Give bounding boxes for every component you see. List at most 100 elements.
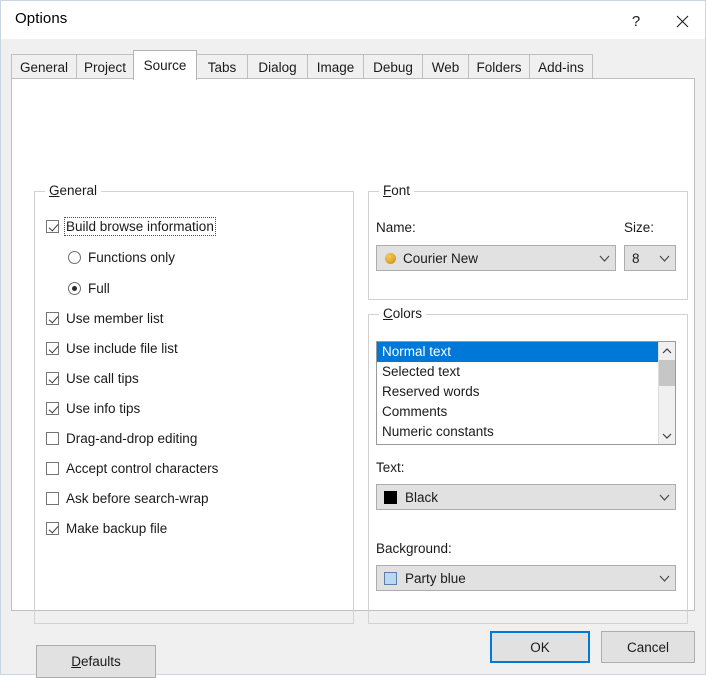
chevron-down-icon [593, 255, 615, 262]
colors-list-item[interactable]: Reserved words [377, 382, 658, 402]
checkbox-icon[interactable] [46, 402, 59, 415]
tab-folders[interactable]: Folders [468, 54, 530, 79]
font-group-label: Font [379, 183, 415, 198]
tab-label: General [19, 59, 69, 75]
option-ask-before-search-wrap[interactable]: Ask before search-wrap [46, 491, 209, 506]
tab-label: Dialog [258, 59, 297, 75]
chevron-down-icon [653, 494, 675, 501]
radio-button-icon[interactable] [68, 251, 81, 264]
option-label: Ask before search-wrap [66, 491, 209, 506]
tab-image[interactable]: Image [307, 54, 364, 79]
window-title: Options [15, 10, 68, 27]
option-label: Build browse information [64, 217, 216, 236]
colors-list-item[interactable]: Normal text [377, 342, 658, 362]
tab-label: Web [431, 59, 460, 75]
tab-label: Source [143, 58, 187, 73]
colors-listbox[interactable]: Normal text Selected text Reserved words Co… [376, 341, 676, 445]
colors-listbox-scrollbar[interactable] [658, 342, 675, 444]
option-label: Use call tips [66, 371, 139, 386]
font-size-label: Size: [624, 220, 655, 235]
checkbox-icon[interactable] [46, 432, 59, 445]
background-color-label: Background: [376, 541, 452, 556]
font-size-value: 8 [632, 250, 640, 266]
colors-list-item[interactable]: Selected text [377, 362, 658, 382]
defaults-button[interactable]: Defaults [36, 645, 156, 678]
tab-tabs[interactable]: Tabs [196, 54, 248, 79]
checkbox-icon[interactable] [46, 220, 59, 233]
option-use-member-list[interactable]: Use member list [46, 311, 164, 326]
tab-label: Image [316, 59, 355, 75]
chevron-down-icon [662, 433, 672, 439]
scrollbar-thumb[interactable] [659, 360, 675, 386]
close-button[interactable] [659, 5, 705, 37]
tab-add-ins[interactable]: Add-ins [529, 54, 593, 79]
checkbox-icon[interactable] [46, 312, 59, 325]
tab-source[interactable]: Source [133, 50, 197, 80]
tab-label: Tabs [207, 59, 237, 75]
title-bar: Options ? [1, 1, 705, 39]
option-label: Use info tips [66, 401, 141, 416]
ok-button-label: OK [530, 639, 550, 655]
scrollbar-down-button[interactable] [659, 427, 675, 444]
chevron-down-icon [653, 255, 675, 262]
cancel-button[interactable]: Cancel [601, 631, 695, 663]
tab-label: Add-ins [538, 59, 584, 75]
tab-dialog[interactable]: Dialog [247, 54, 308, 79]
radio-button-icon[interactable] [68, 282, 81, 295]
scrollbar-up-button[interactable] [659, 342, 675, 359]
option-drag-and-drop-editing[interactable]: Drag-and-drop editing [46, 431, 197, 446]
help-button[interactable]: ? [613, 5, 659, 37]
checkbox-icon[interactable] [46, 492, 59, 505]
checkbox-icon[interactable] [46, 462, 59, 475]
general-group-label: General [45, 183, 102, 198]
font-name-label: Name: [376, 220, 416, 235]
source-tab-page: General Font Colors Build browse informa… [11, 78, 695, 678]
checkbox-icon[interactable] [46, 342, 59, 355]
option-make-backup-file[interactable]: Make backup file [46, 521, 167, 536]
option-accept-control-characters[interactable]: Accept control characters [46, 461, 218, 476]
option-label: Drag-and-drop editing [66, 431, 198, 446]
tab-label: Debug [373, 59, 413, 75]
option-label: Make backup file [66, 521, 168, 536]
colors-group-label: Colors [379, 306, 427, 321]
truetype-font-dot-icon [385, 252, 396, 264]
colors-list-item[interactable]: Numeric constants [377, 422, 658, 442]
option-label: Use include file list [66, 341, 178, 356]
option-use-include-file-list[interactable]: Use include file list [46, 341, 178, 356]
tab-label: Folders [476, 59, 522, 75]
font-name-value: Courier New [403, 250, 479, 266]
tab-general[interactable]: General [11, 54, 77, 79]
question-mark-icon: ? [631, 12, 641, 30]
option-label: Accept control characters [66, 461, 219, 476]
checkbox-icon[interactable] [46, 372, 59, 385]
option-build-browse-information[interactable]: Build browse information [46, 217, 216, 236]
option-label: Full [88, 281, 110, 296]
colors-listbox-items: Normal text Selected text Reserved words Co… [377, 342, 658, 442]
close-icon [676, 15, 688, 27]
option-label: Use member list [66, 311, 164, 326]
option-full[interactable]: Full [68, 281, 110, 296]
tab-project[interactable]: Project [76, 54, 134, 79]
tab-web[interactable]: Web [422, 54, 469, 79]
text-color-label: Text: [376, 460, 405, 475]
text-color-value: Black [405, 489, 439, 505]
option-label: Functions only [88, 250, 176, 265]
option-use-info-tips[interactable]: Use info tips [46, 401, 140, 416]
font-size-combobox[interactable]: 8 [624, 245, 676, 271]
cancel-button-label: Cancel [626, 639, 670, 655]
tab-strip: General Project Source Tabs Dialog Image Debug… [11, 50, 695, 80]
color-swatch-icon [384, 571, 397, 585]
background-color-combobox[interactable]: Party blue [376, 565, 676, 591]
options-dialog-window: Options ? General Project Source Tabs Dialog… [0, 0, 706, 678]
chevron-down-icon [653, 575, 675, 582]
background-color-value: Party blue [405, 570, 466, 586]
colors-list-item[interactable]: Comments [377, 402, 658, 422]
option-use-call-tips[interactable]: Use call tips [46, 371, 139, 386]
ok-button[interactable]: OK [490, 631, 590, 663]
text-color-combobox[interactable]: Black [376, 484, 676, 510]
checkbox-icon[interactable] [46, 522, 59, 535]
option-functions-only[interactable]: Functions only [68, 250, 175, 265]
font-name-combobox[interactable]: Courier New [376, 245, 616, 271]
tab-debug[interactable]: Debug [363, 54, 423, 79]
chevron-up-icon [662, 347, 672, 353]
